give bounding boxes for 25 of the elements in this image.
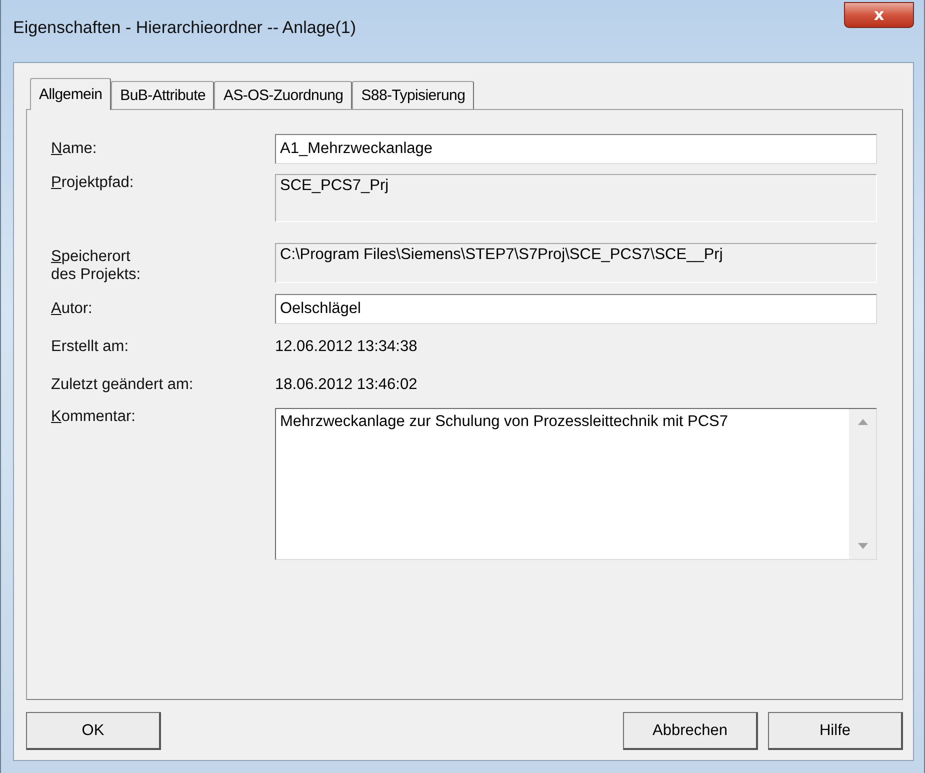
scroll-up-icon[interactable] xyxy=(858,419,868,425)
text-field[interactable]: Oelschlägel xyxy=(275,294,877,324)
window-title: Eigenschaften - Hierarchieordner -- Anlage(1) xyxy=(13,18,356,38)
field-label: Speicherort des Projekts: xyxy=(51,248,141,284)
close-button[interactable]: x xyxy=(844,2,914,28)
scroll-down-icon[interactable] xyxy=(858,543,868,549)
field-label: Erstellt am: xyxy=(51,338,129,356)
comment-field[interactable]: Mehrzweckanlage zur Schulung von Prozessleittechnik mit PCS7 xyxy=(275,408,877,560)
dialog-button[interactable]: Abbrechen xyxy=(623,712,758,750)
dialog-button[interactable]: Hilfe xyxy=(768,712,903,750)
tab[interactable]: Allgemein xyxy=(30,78,112,110)
field-value: 18.06.2012 13:46:02 xyxy=(275,376,418,394)
field-label: Autor: xyxy=(51,300,92,318)
tab[interactable]: BuB-Attribute xyxy=(111,81,214,109)
read-only-field: C:\Program Files\Siemens\STEP7\S7Proj\SCE_PCS7\SCE__Prj xyxy=(275,243,877,283)
read-only-field: SCE_PCS7_Prj xyxy=(275,174,877,222)
field-label: Kommentar: xyxy=(51,408,136,426)
text-field[interactable]: A1_Mehrzweckanlage xyxy=(275,134,877,164)
dialog-button[interactable]: OK xyxy=(26,712,161,750)
tab[interactable]: S88-Typisierung xyxy=(352,81,474,109)
field-label: Zuletzt geändert am: xyxy=(51,376,194,394)
tab[interactable]: AS-OS-Zuordnung xyxy=(214,81,352,109)
field-label: Projektpfad: xyxy=(51,174,134,192)
field-label: Name: xyxy=(51,140,97,158)
field-value: 12.06.2012 13:34:38 xyxy=(275,338,418,356)
